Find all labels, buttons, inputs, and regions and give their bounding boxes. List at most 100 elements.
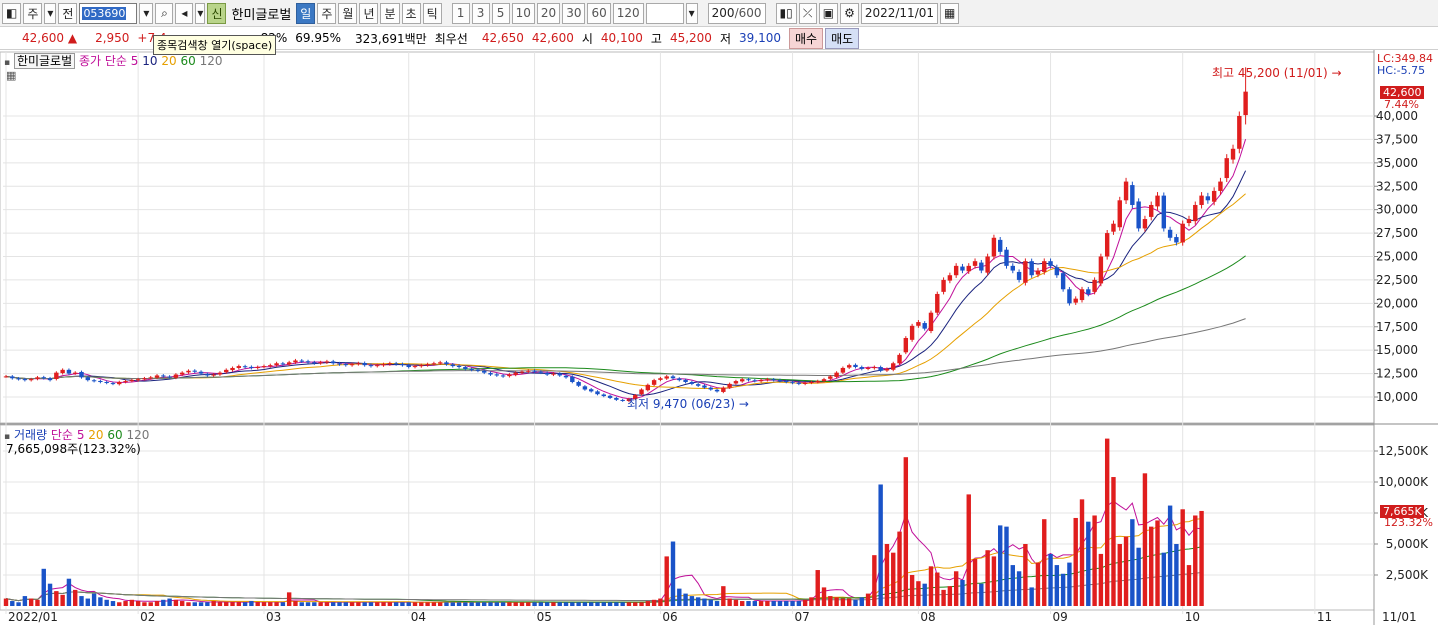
volume-bar — [488, 602, 493, 606]
volume-bar — [463, 602, 468, 606]
chart-settings-icon[interactable]: ▪ — [4, 58, 10, 68]
tab-period-5[interactable]: 초 — [401, 2, 421, 24]
volume-bar — [526, 602, 531, 606]
price-ma-line-60 — [5, 255, 1246, 383]
code-dropdown-icon[interactable]: ▾ — [139, 2, 154, 24]
candle-body — [922, 323, 927, 329]
tab-period-0[interactable]: 일 — [296, 2, 316, 24]
tab-period-2[interactable]: 월 — [338, 2, 358, 24]
sound-dropdown-icon[interactable]: ▾ — [195, 2, 206, 24]
candle-body — [651, 380, 657, 385]
sound-icon[interactable]: ◂ — [175, 2, 194, 24]
grid-toggle-icon[interactable]: ▦ — [6, 69, 16, 82]
candle-body — [884, 368, 890, 371]
candle-body — [444, 362, 449, 365]
volume-bar — [966, 494, 971, 606]
price-tick-label: 20,000 — [1376, 296, 1418, 310]
chart-grid — [0, 50, 1438, 625]
interval-dropdown-icon[interactable]: ▾ — [685, 2, 698, 24]
period-menu-arrow-icon[interactable]: ▾ — [44, 2, 57, 24]
volume-bar — [412, 602, 418, 606]
interval-custom-select[interactable] — [645, 2, 684, 24]
volume-bar — [909, 575, 915, 606]
candle-body — [746, 379, 751, 381]
candle-body — [1073, 298, 1078, 303]
candle-body — [588, 389, 594, 392]
sell-button[interactable]: 매도 — [825, 27, 860, 49]
interval-5[interactable]: 5 — [491, 2, 510, 24]
volume-bar — [337, 602, 342, 606]
volume-bar — [651, 599, 657, 606]
volume-bar — [708, 599, 713, 606]
interval-1[interactable]: 1 — [451, 2, 470, 24]
candle-body — [815, 381, 820, 383]
candle-body — [947, 275, 953, 281]
interval-10[interactable]: 10 — [511, 2, 535, 24]
draw-tool-icon[interactable]: ⤫ — [798, 2, 817, 24]
save-icon[interactable]: ▣ — [818, 2, 839, 24]
volume-bar — [85, 598, 91, 606]
interval-120[interactable]: 120 — [612, 2, 644, 24]
candle-body — [670, 376, 676, 379]
volume-bar — [431, 602, 437, 606]
volume-bar — [500, 602, 506, 606]
volume-bar — [1155, 520, 1160, 606]
prev-button[interactable]: 전 — [58, 2, 78, 24]
volume-bar — [236, 602, 242, 606]
date-input[interactable]: 2022/11/01 — [860, 2, 939, 24]
chart-mode-icon[interactable]: ◧ — [2, 2, 22, 24]
calendar-icon[interactable]: ▦ — [940, 2, 960, 24]
stock-code-input[interactable]: 053690 — [79, 2, 138, 24]
price-tick-label: 25,000 — [1376, 250, 1418, 264]
candle-body — [375, 365, 380, 367]
volume-bar — [677, 588, 682, 606]
low-label: 저 — [719, 31, 731, 46]
search-icon[interactable]: ⌕ — [155, 2, 174, 24]
volume-bar — [947, 586, 953, 606]
info-badge-button[interactable]: 신 — [207, 2, 227, 24]
volume-bar — [98, 597, 103, 606]
interval-20[interactable]: 20 — [536, 2, 561, 24]
stock-name-tab[interactable]: 한미글로벌 — [13, 53, 76, 69]
volume-bar — [66, 578, 72, 606]
volume-bar — [538, 602, 544, 606]
candle-body — [1193, 204, 1198, 222]
interval-3[interactable]: 3 — [471, 2, 490, 24]
tab-period-1[interactable]: 주 — [317, 2, 337, 24]
candle-body — [261, 366, 267, 368]
stock-chart[interactable]: 10,000 12,500 15,000 17,500 20,000 22,500 25,0… — [0, 50, 1438, 625]
interval-30[interactable]: 30 — [562, 2, 586, 24]
volume-bar — [117, 602, 122, 606]
candle-body — [482, 370, 487, 373]
candle-body — [3, 376, 9, 378]
volume-bar — [928, 566, 934, 606]
count-input[interactable]: 200/600 — [707, 2, 766, 24]
low-annotation: 최저 9,470 (06/23) → — [627, 397, 749, 411]
candle-body — [802, 382, 808, 384]
candle-body — [960, 266, 965, 271]
buy-button[interactable]: 매수 — [788, 27, 824, 49]
candle-body — [54, 372, 59, 380]
count-max: /600 — [734, 6, 762, 20]
volume-bar — [469, 602, 474, 606]
candle-body — [865, 367, 871, 369]
candle-body — [494, 374, 500, 376]
candle-body — [526, 370, 531, 372]
tab-period-4[interactable]: 분 — [380, 2, 400, 24]
volume-bar — [375, 602, 380, 606]
price-ma-line-20 — [5, 193, 1246, 389]
period-menu-button[interactable]: 주 — [23, 2, 43, 24]
volume-ma-line-120 — [5, 572, 1202, 602]
interval-60[interactable]: 60 — [587, 2, 611, 24]
volume-bar — [1029, 587, 1034, 606]
settings-gear-icon[interactable]: ⚙ — [840, 2, 859, 24]
tab-period-6[interactable]: 틱 — [422, 2, 442, 24]
candle-body — [557, 373, 562, 376]
candle-style-icon[interactable]: ▮▯ — [775, 2, 797, 24]
tab-period-3[interactable]: 년 — [359, 2, 379, 24]
candle-body — [205, 373, 210, 376]
price-tick-label: 30,000 — [1376, 203, 1418, 217]
volume-ma-line-5 — [5, 500, 1202, 603]
volume-bar — [444, 602, 449, 606]
candle-body — [337, 363, 342, 365]
